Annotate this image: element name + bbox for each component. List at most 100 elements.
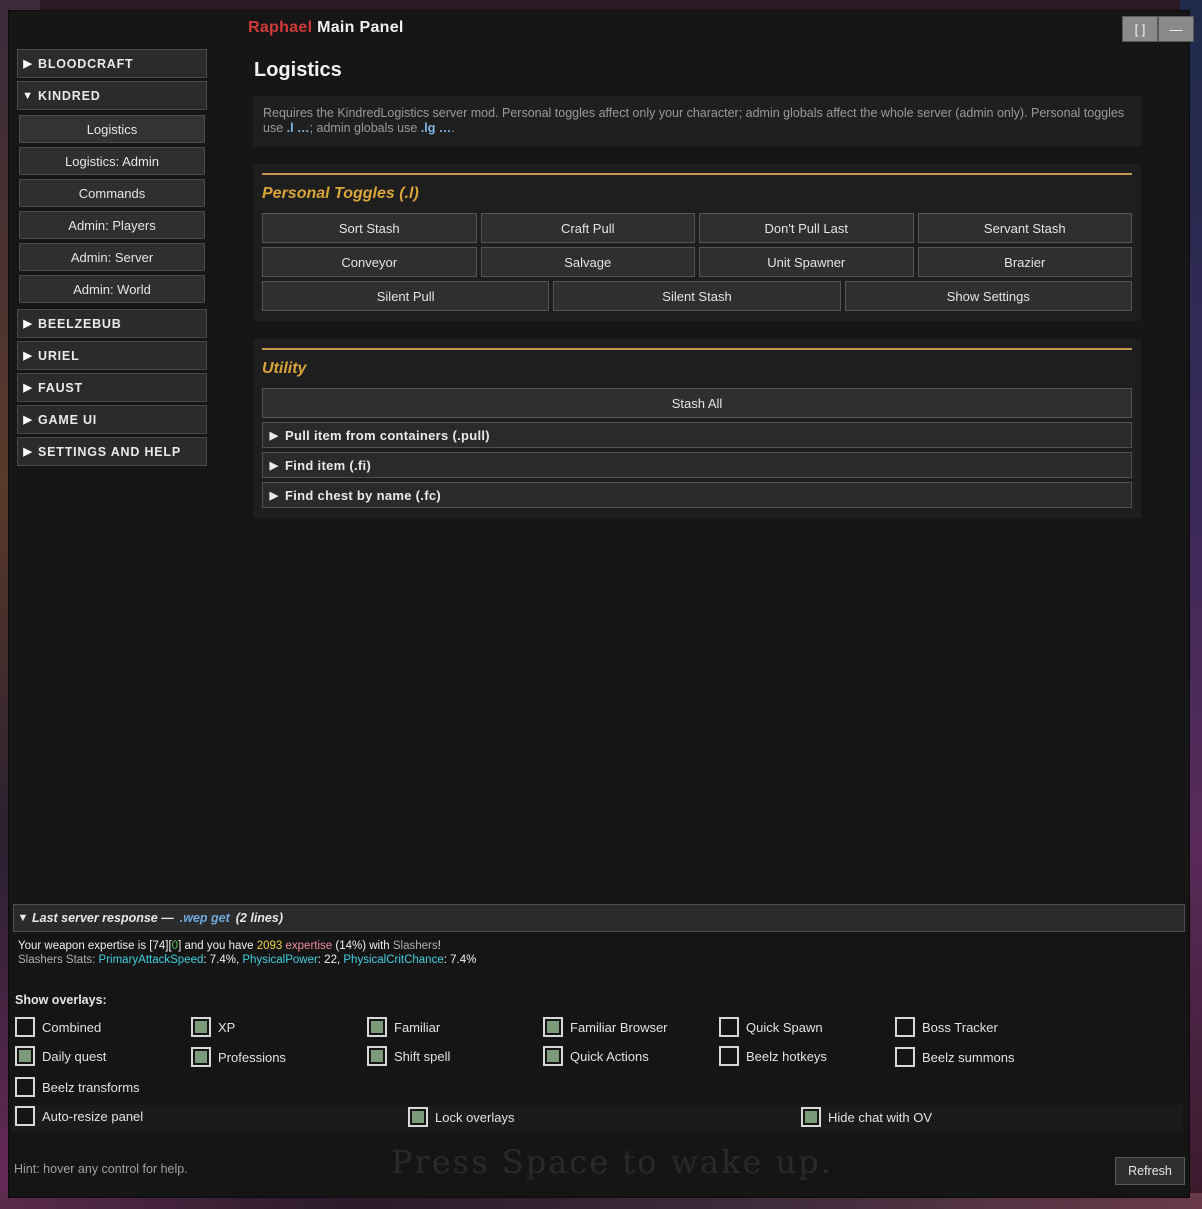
overlay-familiar-checkbox[interactable]: Familiar bbox=[367, 1017, 440, 1037]
silent-pull-button[interactable]: Silent Pull bbox=[262, 281, 550, 311]
collapsible-label: Find item (.fi) bbox=[285, 457, 372, 473]
overlay-xp-checkbox[interactable]: XP bbox=[191, 1017, 235, 1037]
category-beelzebub[interactable]: ▶ BEELZEBUB bbox=[17, 309, 207, 338]
find-chest-collapsible[interactable]: ▶ Find chest by name (.fc) bbox=[262, 482, 1132, 508]
overlay-familiar-browser-checkbox[interactable]: Familiar Browser bbox=[543, 1017, 668, 1037]
lock-overlays-checkbox[interactable]: Lock overlays bbox=[408, 1107, 514, 1127]
expand-arrow-icon: ▶ bbox=[269, 429, 279, 442]
checkbox-box[interactable] bbox=[543, 1017, 563, 1037]
checkbox-label: Lock overlays bbox=[435, 1109, 515, 1125]
overlay-quick-actions-checkbox[interactable]: Quick Actions bbox=[543, 1046, 649, 1066]
overlay-quick-spawn-checkbox[interactable]: Quick Spawn bbox=[719, 1017, 823, 1037]
category-label: KINDRED bbox=[38, 88, 101, 103]
show-settings-button[interactable]: Show Settings bbox=[844, 281, 1132, 311]
response-value: 2093 bbox=[256, 940, 283, 952]
auto-resize-panel-checkbox[interactable]: Auto-resize panel bbox=[15, 1106, 143, 1126]
overlay-beelz-hotkeys-checkbox[interactable]: Beelz hotkeys bbox=[719, 1046, 827, 1066]
panel-options-row bbox=[13, 1105, 1183, 1133]
checkbox-box[interactable] bbox=[367, 1046, 387, 1066]
category-bloodcraft[interactable]: ▶ BLOODCRAFT bbox=[17, 49, 207, 78]
kindred-subitems: Logistics Logistics: Admin Commands Admi… bbox=[17, 113, 207, 309]
category-settings-and-help[interactable]: ▶ SETTINGS AND HELP bbox=[17, 437, 207, 466]
hide-chat-with-ov-checkbox[interactable]: Hide chat with OV bbox=[801, 1107, 932, 1127]
checkbox-box[interactable] bbox=[801, 1107, 821, 1127]
minimize-button[interactable]: — bbox=[1158, 16, 1194, 42]
response-stat: PhysicalPower bbox=[242, 954, 318, 966]
checkbox-box[interactable] bbox=[15, 1046, 35, 1066]
overlay-boss-tracker-checkbox[interactable]: Boss Tracker bbox=[895, 1017, 998, 1037]
brazier-button[interactable]: Brazier bbox=[917, 247, 1132, 277]
response-label: Last server response — bbox=[32, 911, 174, 925]
find-item-collapsible[interactable]: ▶ Find item (.fi) bbox=[262, 452, 1132, 478]
maximize-button[interactable]: [ ] bbox=[1122, 16, 1158, 42]
checkbox-box[interactable] bbox=[15, 1106, 35, 1126]
expand-arrow-icon: ▶ bbox=[23, 58, 33, 70]
section-divider bbox=[262, 173, 1132, 175]
category-label: GAME UI bbox=[38, 412, 98, 427]
response-command: .wep get bbox=[179, 911, 230, 925]
refresh-button[interactable]: Refresh bbox=[1115, 1157, 1185, 1185]
hint-text: Hint: hover any control for help. bbox=[14, 1162, 188, 1176]
server-response-body: Your weapon expertise is [74][0] and you… bbox=[18, 939, 476, 967]
checkbox-box[interactable] bbox=[719, 1017, 739, 1037]
checkbox-box[interactable] bbox=[191, 1047, 211, 1067]
unit-spawner-button[interactable]: Unit Spawner bbox=[699, 247, 914, 277]
overlay-shift-spell-checkbox[interactable]: Shift spell bbox=[367, 1046, 450, 1066]
overlay-professions-checkbox[interactable]: Professions bbox=[191, 1047, 286, 1067]
expand-arrow-icon: ▶ bbox=[23, 382, 33, 394]
sidebar-item-admin-server[interactable]: Admin: Server bbox=[19, 243, 205, 271]
sort-stash-button[interactable]: Sort Stash bbox=[262, 213, 477, 243]
response-line: Your weapon expertise is [74][0] and you… bbox=[18, 939, 476, 953]
overlay-beelz-transforms-checkbox[interactable]: Beelz transforms bbox=[15, 1077, 140, 1097]
checkbox-label: Shift spell bbox=[394, 1048, 451, 1064]
stash-all-button[interactable]: Stash All bbox=[262, 388, 1132, 418]
expand-arrow-icon: ▶ bbox=[269, 459, 279, 472]
section-title: Utility bbox=[262, 360, 307, 377]
checkbox-box[interactable] bbox=[367, 1017, 387, 1037]
salvage-button[interactable]: Salvage bbox=[480, 247, 695, 277]
craft-pull-button[interactable]: Craft Pull bbox=[480, 213, 695, 243]
response-text: ! bbox=[437, 940, 441, 952]
toggle-row: Sort Stash Craft Pull Don't Pull Last Se… bbox=[262, 213, 1132, 243]
checkbox-box[interactable] bbox=[719, 1046, 739, 1066]
sidebar: ▶ BLOODCRAFT ▼ KINDRED Logistics Logisti… bbox=[17, 49, 207, 469]
pull-item-collapsible[interactable]: ▶ Pull item from containers (.pull) bbox=[262, 422, 1132, 448]
main-panel: Raphael Main Panel [ ] — ▶ BLOODCRAFT ▼ … bbox=[8, 10, 1194, 1198]
checkbox-box[interactable] bbox=[543, 1046, 563, 1066]
checkbox-box[interactable] bbox=[408, 1107, 428, 1127]
checkbox-label: Familiar bbox=[394, 1019, 441, 1035]
silent-stash-button[interactable]: Silent Stash bbox=[553, 281, 841, 311]
server-response-header[interactable]: ▼ Last server response — .wep get (2 lin… bbox=[13, 904, 1185, 932]
overlay-daily-quest-checkbox[interactable]: Daily quest bbox=[15, 1046, 106, 1066]
sidebar-item-commands[interactable]: Commands bbox=[19, 179, 205, 207]
checkbox-box[interactable] bbox=[15, 1077, 35, 1097]
sidebar-item-logistics[interactable]: Logistics bbox=[19, 115, 205, 143]
overlay-combined-checkbox[interactable]: Combined bbox=[15, 1017, 101, 1037]
checkbox-label: Beelz transforms bbox=[42, 1079, 140, 1095]
checkbox-box[interactable] bbox=[895, 1047, 915, 1067]
response-stat: PrimaryAttackSpeed bbox=[98, 954, 204, 966]
checkbox-box[interactable] bbox=[15, 1017, 35, 1037]
sidebar-item-admin-world[interactable]: Admin: World bbox=[19, 275, 205, 303]
sidebar-item-admin-players[interactable]: Admin: Players bbox=[19, 211, 205, 239]
checkbox-label: Professions bbox=[218, 1049, 286, 1065]
response-stat: PhysicalCritChance bbox=[343, 954, 444, 966]
checkbox-label: XP bbox=[218, 1019, 236, 1035]
dont-pull-last-button[interactable]: Don't Pull Last bbox=[699, 213, 914, 243]
category-uriel[interactable]: ▶ URIEL bbox=[17, 341, 207, 370]
toggle-row: Silent Pull Silent Stash Show Settings bbox=[262, 281, 1132, 311]
checkbox-label: Boss Tracker bbox=[922, 1019, 998, 1035]
checkbox-label: Quick Actions bbox=[570, 1048, 649, 1064]
checkbox-label: Combined bbox=[42, 1019, 102, 1035]
overlay-beelz-summons-checkbox[interactable]: Beelz summons bbox=[895, 1047, 1014, 1067]
sidebar-item-logistics-admin[interactable]: Logistics: Admin bbox=[19, 147, 205, 175]
servant-stash-button[interactable]: Servant Stash bbox=[917, 213, 1132, 243]
conveyor-button[interactable]: Conveyor bbox=[262, 247, 477, 277]
category-faust[interactable]: ▶ FAUST bbox=[17, 373, 207, 402]
expand-arrow-icon: ▶ bbox=[23, 446, 33, 458]
category-game-ui[interactable]: ▶ GAME UI bbox=[17, 405, 207, 434]
expand-arrow-icon: ▶ bbox=[23, 350, 33, 362]
checkbox-box[interactable] bbox=[191, 1017, 211, 1037]
checkbox-box[interactable] bbox=[895, 1017, 915, 1037]
category-kindred[interactable]: ▼ KINDRED bbox=[17, 81, 207, 110]
